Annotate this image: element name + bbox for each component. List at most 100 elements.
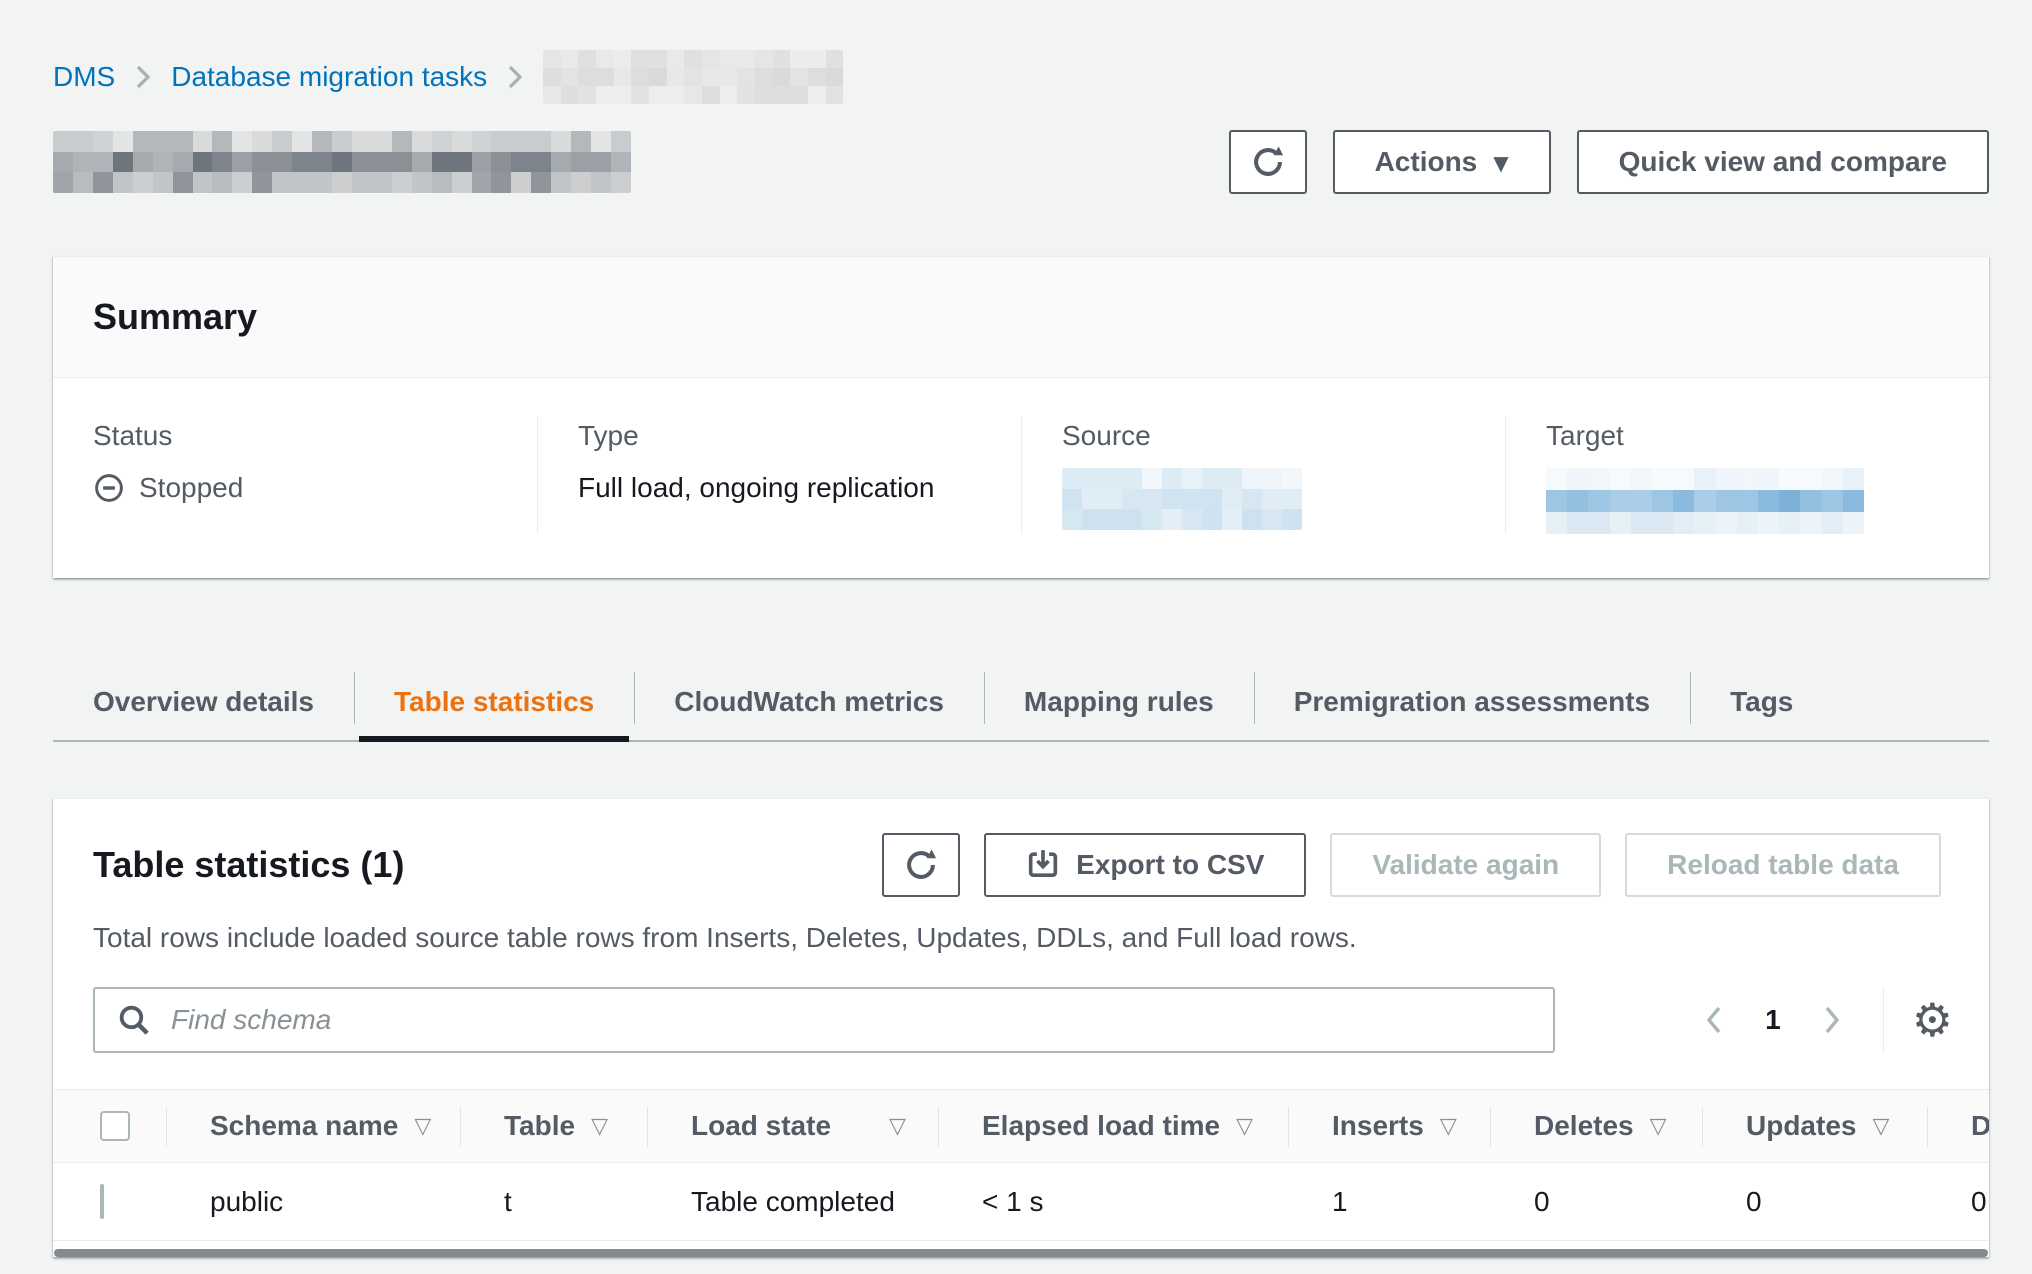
refresh-icon (1251, 145, 1285, 179)
sort-icon: ▽ (591, 1114, 608, 1139)
table-statistics-description: Total rows include loaded source table r… (53, 897, 1989, 987)
download-icon (1026, 848, 1060, 882)
current-page-number: 1 (1765, 1004, 1781, 1036)
table-statistics-header: Table statistics (1) (53, 799, 1989, 897)
sort-icon: ▽ (1872, 1114, 1889, 1139)
breadcrumb: DMS Database migration tasks (53, 0, 1989, 104)
column-header-ddls[interactable]: DDLs ▽ (1927, 1090, 1989, 1162)
dms-task-page: DMS Database migration tasks Actions (0, 0, 2032, 1257)
cell-elapsed-load-time: < 1 s (938, 1186, 1288, 1218)
column-label: DDLs (1971, 1110, 1989, 1142)
pagination: 1 ⚙ (1697, 987, 1953, 1053)
task-tabs: Overview details Table statistics CloudW… (53, 664, 1989, 742)
breadcrumb-link-dms[interactable]: DMS (53, 58, 115, 96)
tab-cloudwatch-metrics[interactable]: CloudWatch metrics (634, 664, 984, 740)
table-refresh-button[interactable] (882, 833, 960, 897)
sort-icon: ▽ (414, 1114, 431, 1139)
column-label: Updates (1746, 1110, 1856, 1142)
table-statistics-table: Schema name ▽ Table ▽ Load state ▽ Elaps… (53, 1089, 1989, 1241)
table-statistics-title: Table statistics (1) (93, 843, 404, 887)
column-header-table[interactable]: Table ▽ (460, 1090, 647, 1162)
column-label: Elapsed load time (982, 1110, 1220, 1142)
cell-schema-name: public (166, 1186, 460, 1218)
search-icon (117, 1003, 151, 1037)
column-header-schema-name[interactable]: Schema name ▽ (166, 1090, 460, 1162)
summary-field-source: Source (1021, 416, 1505, 534)
summary-field-type: Type Full load, ongoing replication (537, 416, 1021, 534)
column-header-elapsed-load-time[interactable]: Elapsed load time ▽ (938, 1090, 1288, 1162)
table-controls: 1 ⚙ (53, 987, 1989, 1089)
column-header-inserts[interactable]: Inserts ▽ (1288, 1090, 1490, 1162)
breadcrumb-link-migration-tasks[interactable]: Database migration tasks (171, 58, 487, 96)
cell-ddls: 0 (1927, 1186, 1989, 1218)
tab-mapping-rules[interactable]: Mapping rules (984, 664, 1254, 740)
table-statistics-buttons: Export to CSV Validate again Reload tabl… (882, 833, 1941, 897)
page-header: Actions ▼ Quick view and compare (53, 130, 1989, 194)
table-statistics-card: Table statistics (1) (53, 798, 1989, 1257)
export-to-csv-label: Export to CSV (1076, 849, 1264, 881)
row-select-cell (53, 1186, 166, 1218)
column-header-load-state[interactable]: Load state ▽ (647, 1090, 938, 1162)
previous-page-button (1697, 1003, 1731, 1037)
cell-table: t (460, 1186, 647, 1218)
preferences-gear-icon[interactable]: ⚙ (1912, 997, 1953, 1043)
cell-updates: 0 (1702, 1186, 1927, 1218)
target-label: Target (1546, 416, 1959, 456)
type-value: Full load, ongoing replication (578, 468, 991, 508)
quick-view-compare-button[interactable]: Quick view and compare (1577, 130, 1989, 194)
summary-title: Summary (53, 257, 1989, 378)
schema-search-input[interactable] (169, 1003, 1531, 1037)
target-value-redacted (1546, 468, 1864, 534)
status-text: Stopped (139, 468, 243, 508)
page-header-actions: Actions ▼ Quick view and compare (1229, 130, 1989, 194)
tab-tags[interactable]: Tags (1690, 664, 1833, 740)
summary-fields: Status Stopped Type Full load, ongoing r… (53, 378, 1989, 578)
select-all-cell (53, 1090, 166, 1162)
tab-premigration-assessments[interactable]: Premigration assessments (1254, 664, 1690, 740)
actions-button[interactable]: Actions ▼ (1333, 130, 1551, 194)
chevron-right-icon (507, 64, 523, 90)
chevron-right-icon (135, 64, 151, 90)
tab-overview-details[interactable]: Overview details (53, 664, 354, 740)
cell-deletes: 0 (1490, 1186, 1702, 1218)
column-header-updates[interactable]: Updates ▽ (1702, 1090, 1927, 1162)
status-label: Status (93, 416, 507, 456)
horizontal-scrollbar[interactable] (54, 1249, 1988, 1257)
sort-icon: ▽ (889, 1114, 906, 1139)
summary-field-status: Status Stopped (53, 416, 537, 534)
table-row: public t Table completed < 1 s 1 0 0 0 (53, 1163, 1989, 1241)
refresh-button[interactable] (1229, 130, 1307, 194)
next-page-button (1815, 1003, 1849, 1037)
caret-down-icon: ▼ (1493, 153, 1508, 173)
stopped-icon (93, 472, 125, 504)
column-label: Deletes (1534, 1110, 1634, 1142)
column-header-deletes[interactable]: Deletes ▽ (1490, 1090, 1702, 1162)
breadcrumb-redacted-task-name (543, 50, 843, 104)
column-label: Table (504, 1110, 575, 1142)
row-checkbox[interactable] (100, 1184, 104, 1219)
column-label: Schema name (210, 1110, 398, 1142)
schema-search-box (93, 987, 1555, 1053)
sort-icon: ▽ (1650, 1114, 1667, 1139)
column-label: Load state (691, 1110, 831, 1142)
refresh-icon (904, 848, 938, 882)
select-all-checkbox[interactable] (100, 1111, 130, 1141)
type-label: Type (578, 416, 991, 456)
column-label: Inserts (1332, 1110, 1424, 1142)
export-to-csv-button[interactable]: Export to CSV (984, 833, 1306, 897)
tab-table-statistics[interactable]: Table statistics (354, 664, 634, 740)
sort-icon: ▽ (1440, 1114, 1457, 1139)
summary-field-target: Target (1505, 416, 1989, 534)
pager-divider (1883, 987, 1884, 1053)
status-value: Stopped (93, 468, 507, 508)
actions-button-label: Actions (1375, 146, 1478, 178)
source-value-redacted (1062, 468, 1302, 530)
cell-inserts: 1 (1288, 1186, 1490, 1218)
table-header-row: Schema name ▽ Table ▽ Load state ▽ Elaps… (53, 1089, 1989, 1163)
sort-icon: ▽ (1236, 1114, 1253, 1139)
validate-again-button: Validate again (1330, 833, 1601, 897)
page-title-redacted (53, 131, 631, 193)
cell-load-state: Table completed (647, 1186, 938, 1218)
reload-table-data-button: Reload table data (1625, 833, 1941, 897)
summary-card: Summary Status Stopped Type Full load, o… (53, 256, 1989, 578)
